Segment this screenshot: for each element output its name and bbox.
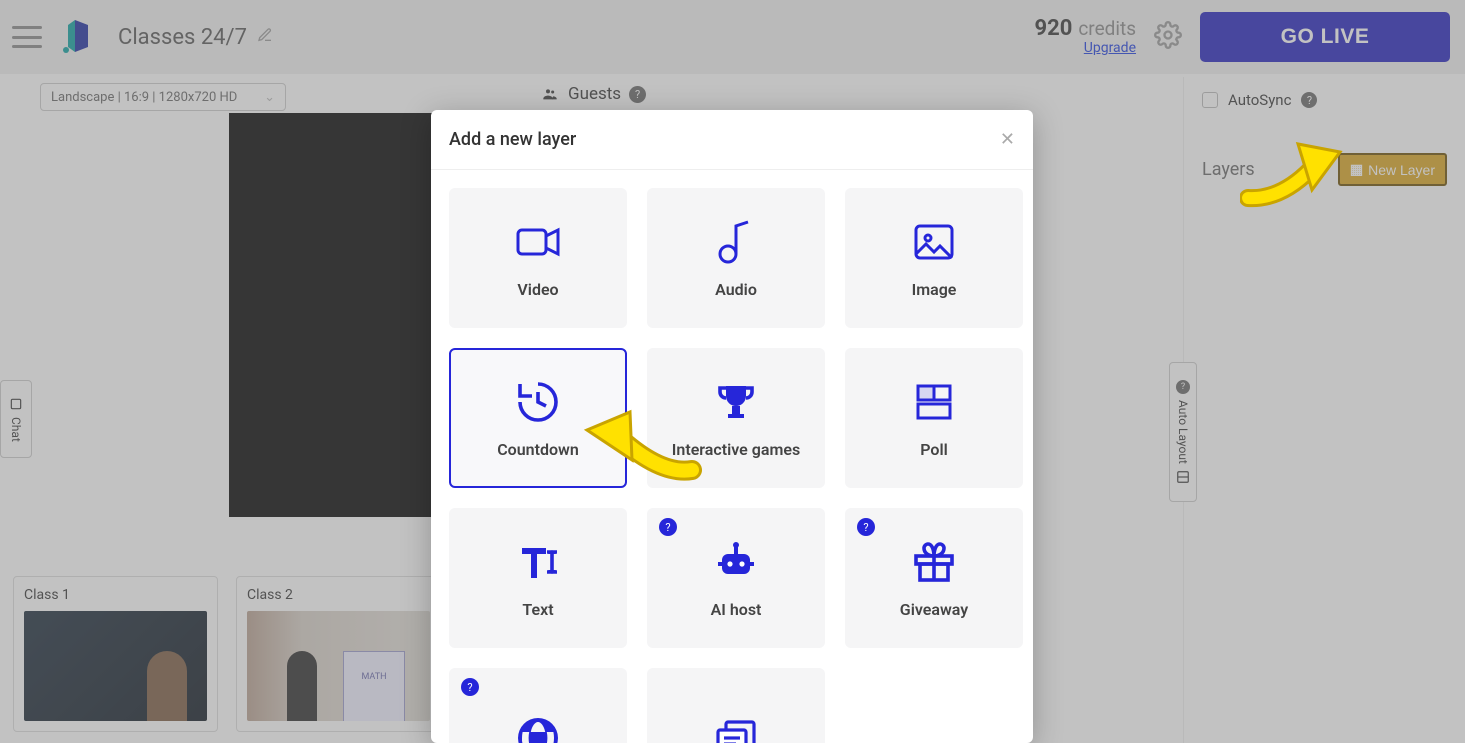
modal-header: Add a new layer ✕ [431, 110, 1033, 170]
tile-label: Poll [920, 440, 948, 459]
layer-tile-slides[interactable] [647, 668, 825, 743]
help-icon[interactable]: ? [659, 518, 677, 536]
layer-tile-ai-host[interactable]: ? AI host [647, 508, 825, 648]
gift-icon [910, 538, 958, 586]
layer-tile-web[interactable]: ? [449, 668, 627, 743]
slides-icon [712, 714, 760, 743]
layer-type-grid: Video Audio Image Countdown Interactive … [431, 170, 1033, 743]
layer-tile-audio[interactable]: Audio [647, 188, 825, 328]
poll-icon [910, 378, 958, 426]
layer-tile-image[interactable]: Image [845, 188, 1023, 328]
audio-icon [712, 218, 760, 266]
add-layer-modal: Add a new layer ✕ Video Audio Image Coun… [431, 110, 1033, 743]
layer-tile-interactive-games[interactable]: Interactive games [647, 348, 825, 488]
trophy-icon [712, 378, 760, 426]
video-icon [514, 218, 562, 266]
help-icon[interactable]: ? [461, 678, 479, 696]
globe-icon [514, 714, 562, 743]
tile-label: Text [522, 600, 553, 619]
image-icon [910, 218, 958, 266]
modal-title: Add a new layer [449, 129, 576, 150]
close-icon[interactable]: ✕ [1000, 129, 1015, 150]
tile-label: AI host [711, 600, 762, 619]
help-icon[interactable]: ? [857, 518, 875, 536]
tile-label: Video [517, 280, 558, 299]
layer-tile-poll[interactable]: Poll [845, 348, 1023, 488]
tile-label: Interactive games [672, 440, 800, 459]
tile-label: Giveaway [900, 600, 968, 619]
layer-tile-giveaway[interactable]: ? Giveaway [845, 508, 1023, 648]
tile-label: Image [912, 280, 957, 299]
tile-label: Audio [715, 280, 757, 299]
text-icon [514, 538, 562, 586]
robot-icon [712, 538, 760, 586]
tile-label: Countdown [497, 440, 579, 459]
layer-tile-video[interactable]: Video [449, 188, 627, 328]
layer-tile-countdown[interactable]: Countdown [449, 348, 627, 488]
countdown-icon [514, 378, 562, 426]
layer-tile-text[interactable]: Text [449, 508, 627, 648]
